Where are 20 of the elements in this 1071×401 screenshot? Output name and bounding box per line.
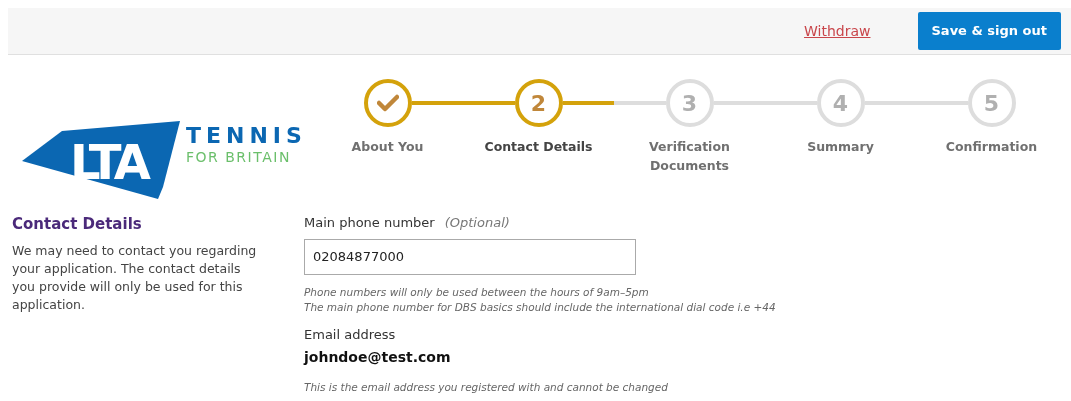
email-hint: This is the email address you registered with and cannot be changed [304, 380, 669, 395]
email-label: Email address [304, 325, 397, 344]
save-and-sign-out-button[interactable]: Save & sign out [917, 12, 1061, 50]
withdraw-link[interactable]: Withdraw [804, 20, 871, 42]
step-label: Verification Documents [648, 138, 731, 175]
logo-title: TENNIS [186, 124, 307, 148]
step-label: Confirmation [944, 138, 1039, 156]
step-label: Contact Details [483, 138, 594, 156]
email-value: johndoe@test.com [304, 348, 452, 367]
section-title: Contact Details [12, 214, 143, 235]
step-label: About You [350, 138, 425, 156]
check-icon [376, 94, 399, 112]
phone-label: Main phone number [304, 214, 435, 232]
phone-hint: Phone numbers will only be used between the hours of 9am–5pm [304, 284, 650, 300]
section-description: We may need to contact you regarding your application. The contact details you provide will only be used for this application. [12, 241, 258, 314]
logo-subtitle: FOR BRITAIN [186, 148, 292, 166]
phone-hint: The main phone number for DBS basics should include the international dial code i.e +44 [304, 299, 776, 315]
step-label: Summary [806, 138, 875, 156]
optional-label: (Optional) [444, 214, 510, 232]
phone-input-field[interactable]: 02084877000 [304, 238, 636, 275]
